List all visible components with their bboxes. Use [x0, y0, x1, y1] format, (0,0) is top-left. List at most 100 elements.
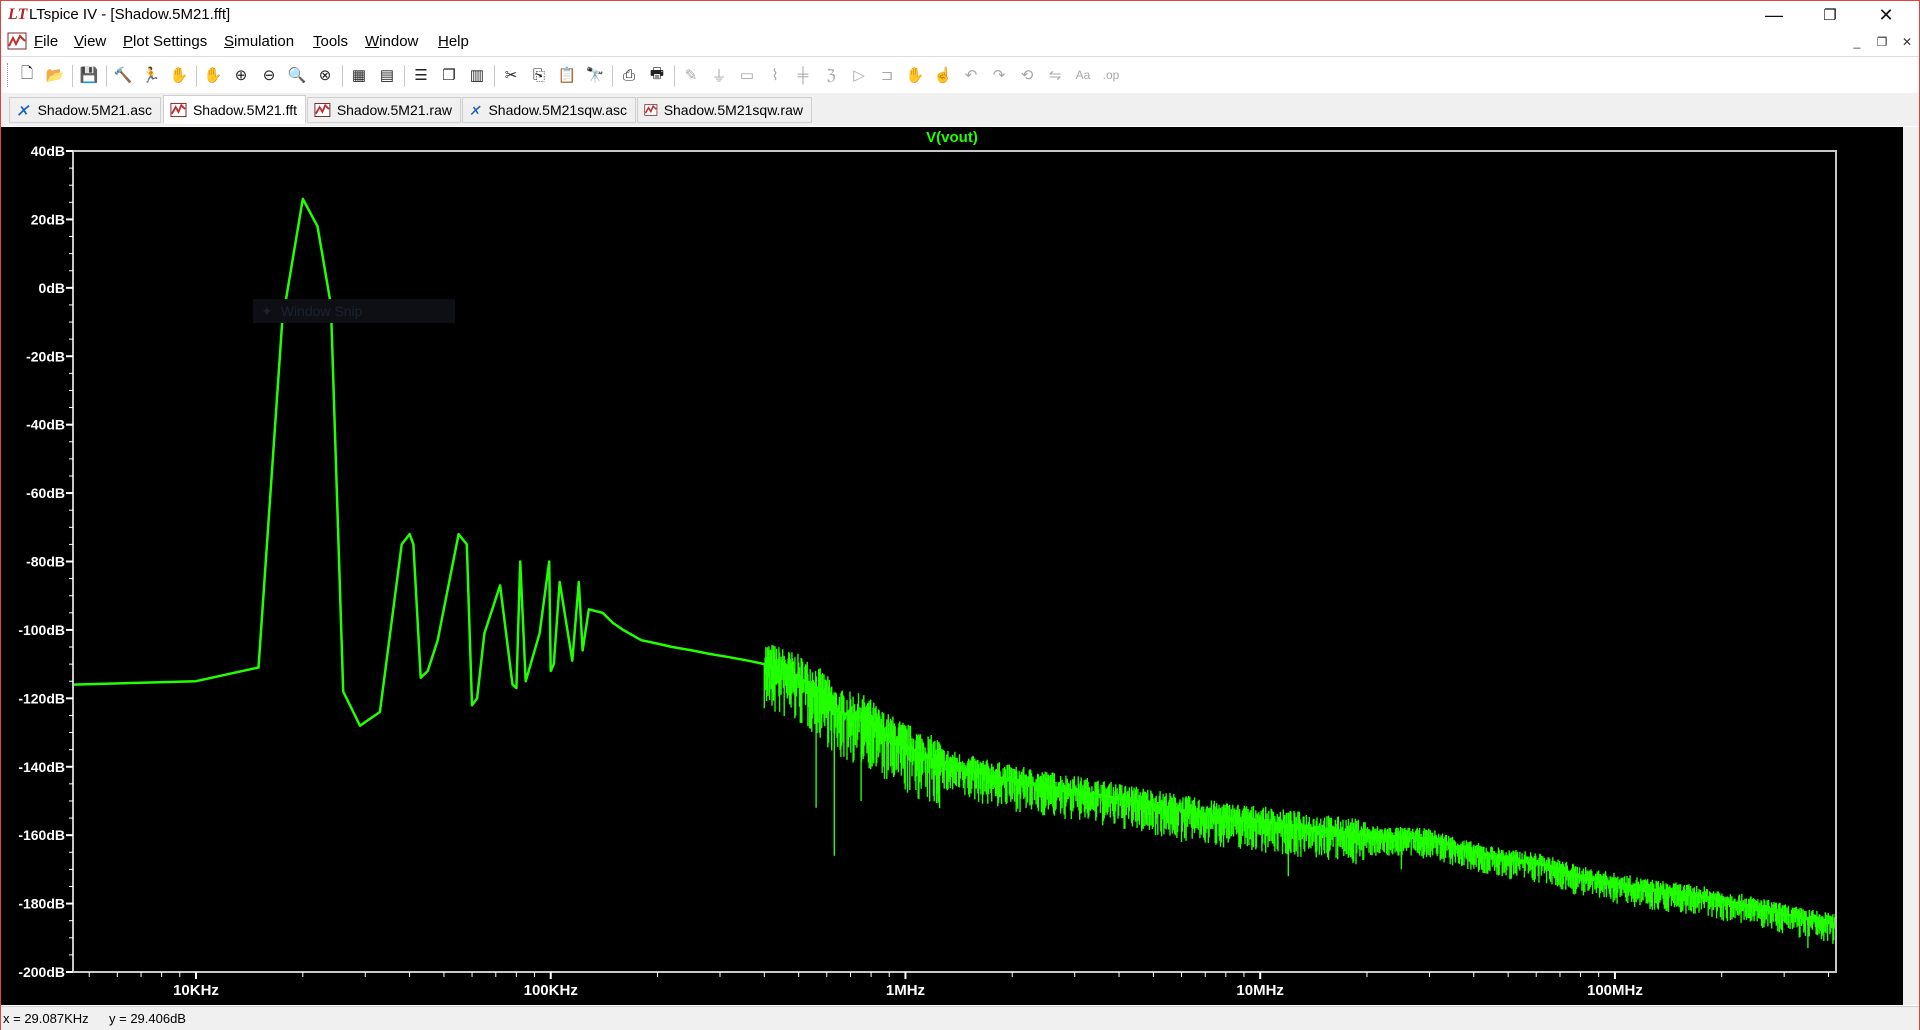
- y-tick-label: -60dB: [26, 485, 65, 501]
- mdi-minimize-button[interactable]: _: [1846, 33, 1868, 51]
- tile-horizontal-icon: ☰: [414, 67, 428, 84]
- y-tick-label: -20dB: [26, 348, 65, 364]
- inductor-icon: ℨ: [826, 67, 836, 84]
- zoom-in-button[interactable]: ⊕: [229, 64, 253, 86]
- pan-icon: ✋: [203, 67, 223, 84]
- open-button[interactable]: 📂: [43, 64, 67, 86]
- pan-button[interactable]: ✋: [201, 64, 225, 86]
- control-panel-button[interactable]: 🔨: [111, 64, 135, 86]
- find-icon: 🔭: [585, 67, 605, 84]
- menu-window-label: indow: [379, 33, 419, 50]
- ground-button[interactable]: ⏚: [707, 64, 731, 86]
- print-button[interactable]: 🖶: [645, 64, 669, 86]
- tab-shadow-5m21sqw-asc[interactable]: Shadow.5M21sqw.asc: [462, 97, 636, 123]
- tab-label: Shadow.5M21.asc: [37, 102, 152, 118]
- spice-directive-button[interactable]: .op: [1099, 64, 1123, 86]
- label-net-button[interactable]: ▭: [735, 64, 759, 86]
- zoom-cancel-button[interactable]: ⊗: [313, 64, 337, 86]
- restore-button[interactable]: ❐: [1807, 1, 1853, 29]
- text-button[interactable]: Aa: [1071, 64, 1095, 86]
- mdi-restore-button[interactable]: ❐: [1871, 33, 1893, 51]
- tile-horizontal-button[interactable]: ☰: [409, 64, 433, 86]
- component-button[interactable]: ⊐: [875, 64, 899, 86]
- resistor-icon: ⌇: [771, 67, 779, 84]
- component-icon: ⊐: [880, 67, 894, 84]
- move-button[interactable]: ✋: [903, 64, 927, 86]
- draw-wire-button[interactable]: ✎: [679, 64, 703, 86]
- menu-plot-settings[interactable]: Plot Settings: [123, 33, 207, 50]
- title-bar: LT LTspice IV - [Shadow.5M21.fft] — ❐ ✕: [1, 1, 1919, 29]
- tab-shadow-5m21-fft[interactable]: Shadow.5M21.fft: [163, 95, 306, 124]
- cut-button[interactable]: ✂: [499, 64, 523, 86]
- find-button[interactable]: 🔭: [583, 64, 607, 86]
- halt-button[interactable]: ✋: [167, 64, 191, 86]
- autorange-button[interactable]: ▦: [347, 64, 371, 86]
- tab-shadow-5m21-asc[interactable]: Shadow.5M21.asc: [9, 97, 161, 123]
- snip-icon: ✦: [261, 302, 273, 319]
- paste-icon: 📋: [557, 67, 577, 84]
- zoom-out-button[interactable]: ⊖: [257, 64, 281, 86]
- control-panel-icon: 🔨: [113, 67, 133, 84]
- drag-icon: ☝: [933, 67, 953, 84]
- run-button[interactable]: 🏃: [139, 64, 163, 86]
- menu-simulation-label: imulation: [234, 33, 295, 50]
- toolbar-separator: [674, 65, 675, 87]
- fft-chart[interactable]: 40dB 20dB 0dB -20dB -40dB -60dB -80dB -100dB -12…: [1, 127, 1901, 1005]
- y-tick-label: -140dB: [18, 759, 65, 775]
- waveform-plot-pane[interactable]: 40dB 20dB 0dB -20dB -40dB -60dB -80dB -100dB -12…: [1, 127, 1919, 1005]
- menu-file[interactable]: File: [34, 33, 58, 50]
- tab-label: Shadow.5M21.raw: [336, 102, 452, 118]
- x-axis[interactable]: 10KHz 100KHz 1MHz 10MHz 100MHz: [88, 972, 1829, 999]
- mirror-icon: ⇋: [1048, 67, 1062, 84]
- toolbar-grip[interactable]: [7, 63, 11, 87]
- cut-icon: ✂: [504, 67, 518, 84]
- save-icon: 💾: [79, 67, 99, 84]
- mark-data-points-button[interactable]: ▤: [375, 64, 399, 86]
- cascade-button[interactable]: ❐: [437, 64, 461, 86]
- resistor-button[interactable]: ⌇: [763, 64, 787, 86]
- tab-label: Shadow.5M21.fft: [192, 101, 297, 118]
- capacitor-button[interactable]: ╪: [791, 64, 815, 86]
- minimize-button[interactable]: —: [1751, 1, 1797, 29]
- rotate-button[interactable]: ⟲: [1015, 64, 1039, 86]
- menu-window[interactable]: Window: [365, 33, 418, 50]
- menu-view[interactable]: View: [74, 33, 106, 50]
- waveform-window-icon[interactable]: [7, 32, 27, 50]
- tile-vertical-button[interactable]: ▥: [465, 64, 489, 86]
- restore-icon: ❐: [1823, 7, 1837, 24]
- waveform-icon: [170, 102, 187, 117]
- menu-tools-label: ools: [320, 33, 349, 50]
- undo-button[interactable]: ↶: [959, 64, 983, 86]
- y-tick-label: -80dB: [26, 554, 65, 570]
- close-button[interactable]: ✕: [1863, 1, 1909, 29]
- drag-button[interactable]: ☝: [931, 64, 955, 86]
- y-axis[interactable]: 40dB 20dB 0dB -20dB -40dB -60dB -80dB -100dB -12…: [18, 143, 73, 980]
- save-button[interactable]: 💾: [77, 64, 101, 86]
- trace-label[interactable]: V(vout): [926, 129, 978, 146]
- zoom-full-button[interactable]: 🔍: [285, 64, 309, 86]
- print-setup-button[interactable]: ⎙: [617, 64, 641, 86]
- status-bar: x = 29.087KHz y = 29.406dB: [1, 1006, 1919, 1030]
- y-tick-label: -180dB: [18, 896, 65, 912]
- tab-shadow-5m21sqw-raw[interactable]: Shadow.5M21sqw.raw: [637, 97, 812, 123]
- paste-button[interactable]: 📋: [555, 64, 579, 86]
- copy-button[interactable]: ⎘: [527, 64, 551, 86]
- tab-shadow-5m21-raw[interactable]: Shadow.5M21.raw: [307, 97, 461, 123]
- zoom-out-icon: ⊖: [262, 67, 276, 84]
- vertical-scrollbar[interactable]: [1903, 127, 1919, 1005]
- mirror-button[interactable]: ⇋: [1043, 64, 1067, 86]
- document-tabs: Shadow.5M21.asc Shadow.5M21.fft Shadow.5M2…: [1, 93, 1919, 126]
- new-schematic-button[interactable]: 🗋: [15, 64, 39, 86]
- menu-simulation[interactable]: Simulation: [224, 33, 294, 50]
- menu-help-label: elp: [448, 33, 469, 50]
- toolbar-separator: [612, 65, 613, 87]
- mdi-close-button[interactable]: ✕: [1896, 33, 1918, 51]
- draw-wire-icon: ✎: [684, 67, 698, 84]
- inductor-button[interactable]: ℨ: [819, 64, 843, 86]
- menu-tools[interactable]: Tools: [313, 33, 348, 50]
- diode-button[interactable]: ▷: [847, 64, 871, 86]
- menu-help[interactable]: Help: [438, 33, 469, 50]
- y-tick-label: 40dB: [31, 143, 65, 159]
- redo-button[interactable]: ↷: [987, 64, 1011, 86]
- new-schematic-icon: 🗋: [20, 64, 34, 82]
